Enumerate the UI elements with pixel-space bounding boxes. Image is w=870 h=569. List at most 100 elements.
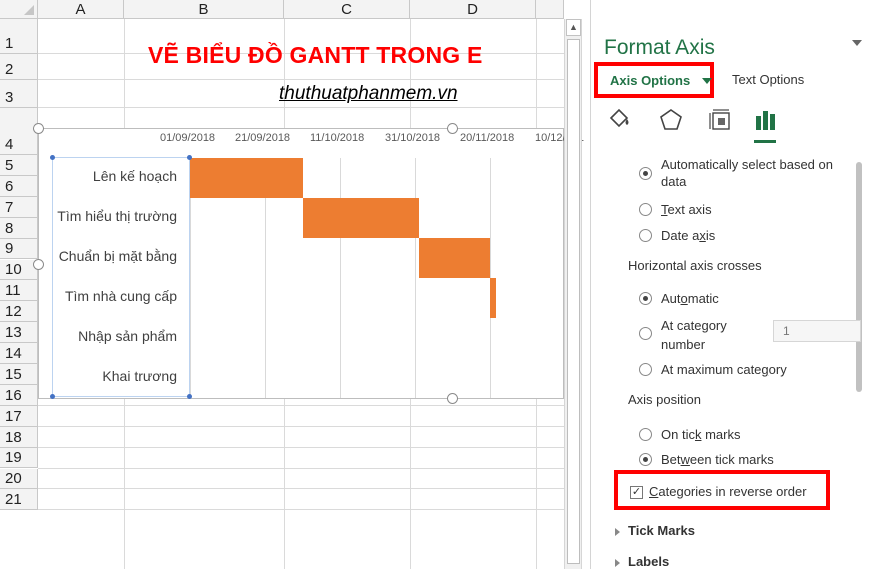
chart-resize-handle[interactable]: [33, 259, 44, 270]
tab-axis-options[interactable]: Axis Options: [594, 62, 714, 98]
gridline: [38, 107, 564, 108]
row-header-16[interactable]: 16: [0, 384, 38, 406]
section-labels[interactable]: Labels: [615, 554, 669, 569]
gantt-chart[interactable]: 01/09/2018 21/09/2018 11/10/2018 31/10/2018…: [33, 123, 584, 404]
row-header-3[interactable]: 3: [0, 80, 38, 108]
panel-options-chevron-icon[interactable]: [852, 40, 862, 46]
plot-area[interactable]: [190, 158, 566, 398]
row-header-20[interactable]: 20: [0, 468, 38, 490]
radio-label: Date axis: [661, 228, 716, 243]
categories-reverse-order-highlight[interactable]: ✓ Categories in reverse order: [614, 470, 830, 510]
gantt-bar[interactable]: [490, 278, 496, 318]
fill-line-icon[interactable]: [606, 106, 634, 134]
row-header-6[interactable]: 6: [0, 175, 38, 197]
radio-crosses-at-category[interactable]: At category number: [639, 318, 759, 354]
selection-dot: [50, 394, 55, 399]
spreadsheet-area[interactable]: A B C D 1 2 3 4 5 6 7 8 9 10 11 12 13 14 15 16 17 18 19 20 2…: [0, 0, 588, 569]
radio-button[interactable]: [639, 203, 652, 216]
radio-label: On tick marks: [661, 427, 741, 442]
scroll-thumb[interactable]: [567, 39, 580, 564]
radio-button[interactable]: [639, 428, 652, 441]
row-header-2[interactable]: 2: [0, 54, 38, 80]
vertical-scrollbar[interactable]: ▲: [564, 19, 582, 569]
gantt-bar[interactable]: [418, 238, 490, 278]
row-header-5[interactable]: 5: [0, 155, 38, 176]
row-header-14[interactable]: 14: [0, 343, 38, 364]
axis-position-label: Axis position: [628, 392, 701, 407]
panel-scrollbar-thumb[interactable]: [856, 162, 862, 392]
row-header-11[interactable]: 11: [0, 280, 38, 302]
radio-label: Automatically select based on data: [661, 157, 833, 189]
selection-dot: [50, 155, 55, 160]
category-number-input[interactable]: 1: [773, 320, 861, 342]
format-axis-panel: Format Axis Axis Options Text Options Au…: [590, 0, 870, 569]
radio-button[interactable]: [639, 292, 652, 305]
gridline: [38, 404, 564, 406]
select-all-corner[interactable]: [0, 0, 38, 19]
radio-label: Text axis: [661, 202, 712, 217]
row-header-13[interactable]: 13: [0, 322, 38, 344]
section-tick-marks[interactable]: Tick Marks: [615, 523, 695, 538]
vertical-gridline: [415, 158, 416, 398]
x-tick-label: 11/10/2018: [310, 132, 365, 144]
x-tick-label: 31/10/2018: [385, 132, 441, 144]
sheet-title: VẼ BIỂU ĐỒ GANTT TRONG E: [148, 42, 483, 68]
expand-triangle-icon: [615, 558, 620, 567]
row-header-1[interactable]: 1: [0, 19, 38, 54]
gridline: [38, 467, 564, 469]
active-icon-indicator: [754, 140, 776, 143]
chart-resize-handle[interactable]: [33, 123, 44, 134]
gridline: [38, 79, 564, 80]
gridline: [38, 488, 564, 490]
radio-label: Automatic: [661, 291, 719, 306]
category-label: Chuẩn bị mặt bằng: [58, 248, 177, 264]
selection-dot: [187, 155, 192, 160]
row-header-12[interactable]: 12: [0, 301, 38, 323]
scroll-up-arrow-icon[interactable]: ▲: [566, 19, 581, 36]
size-properties-icon[interactable]: [706, 106, 734, 134]
x-tick-label: 20/11/2018: [460, 132, 515, 144]
column-header-e[interactable]: [536, 0, 564, 19]
row-header-7[interactable]: 7: [0, 196, 38, 218]
categories-reverse-order-checkbox[interactable]: ✓: [630, 486, 643, 499]
effects-icon[interactable]: [657, 106, 685, 134]
vertical-gridline: [340, 158, 341, 398]
horizontal-axis-crosses-label: Horizontal axis crosses: [628, 258, 762, 273]
dropdown-arrow-icon: [702, 78, 712, 84]
column-header-c[interactable]: C: [284, 0, 410, 19]
category-label: Tìm hiểu thị trường: [57, 208, 177, 224]
gantt-bar[interactable]: [302, 198, 419, 238]
row-header-18[interactable]: 18: [0, 426, 38, 448]
gridline: [38, 425, 564, 427]
row-header-17[interactable]: 17: [0, 405, 38, 427]
row-header-9[interactable]: 9: [0, 238, 38, 260]
category-axis-selected[interactable]: Lên kế hoạch Tìm hiểu thị trường Chuẩn bị …: [50, 155, 192, 399]
radio-label: At maximum category: [661, 362, 787, 377]
row-header-8[interactable]: 8: [0, 217, 38, 239]
tab-text-options[interactable]: Text Options: [732, 72, 804, 87]
category-label: Tìm nhà cung cấp: [64, 288, 177, 304]
row-header-21[interactable]: 21: [0, 489, 38, 511]
axis-options-icon[interactable]: [752, 106, 780, 134]
chart-resize-handle[interactable]: [447, 123, 458, 134]
gridline: [38, 446, 564, 448]
column-header-b[interactable]: B: [124, 0, 284, 19]
radio-button[interactable]: [639, 363, 652, 376]
x-tick-label: 21/09/2018: [235, 132, 291, 144]
sheet-subtitle-link[interactable]: thuthuatphanmem.vn: [279, 83, 458, 105]
row-header-19[interactable]: 19: [0, 447, 38, 469]
gantt-bar[interactable]: [190, 158, 303, 198]
radio-button[interactable]: [639, 229, 652, 242]
row-header-15[interactable]: 15: [0, 364, 38, 385]
category-label: Lên kế hoạch: [92, 168, 177, 184]
category-label: Nhập sản phẩm: [78, 328, 177, 344]
radio-button[interactable]: [639, 453, 652, 466]
column-header-d[interactable]: D: [410, 0, 536, 19]
column-header-a[interactable]: A: [38, 0, 124, 19]
expand-triangle-icon: [615, 527, 620, 536]
radio-label-line2: number: [661, 337, 706, 352]
radio-button[interactable]: [639, 167, 652, 180]
radio-label: At category: [661, 318, 727, 333]
radio-button[interactable]: [639, 327, 652, 340]
row-header-4[interactable]: 4: [0, 108, 38, 155]
